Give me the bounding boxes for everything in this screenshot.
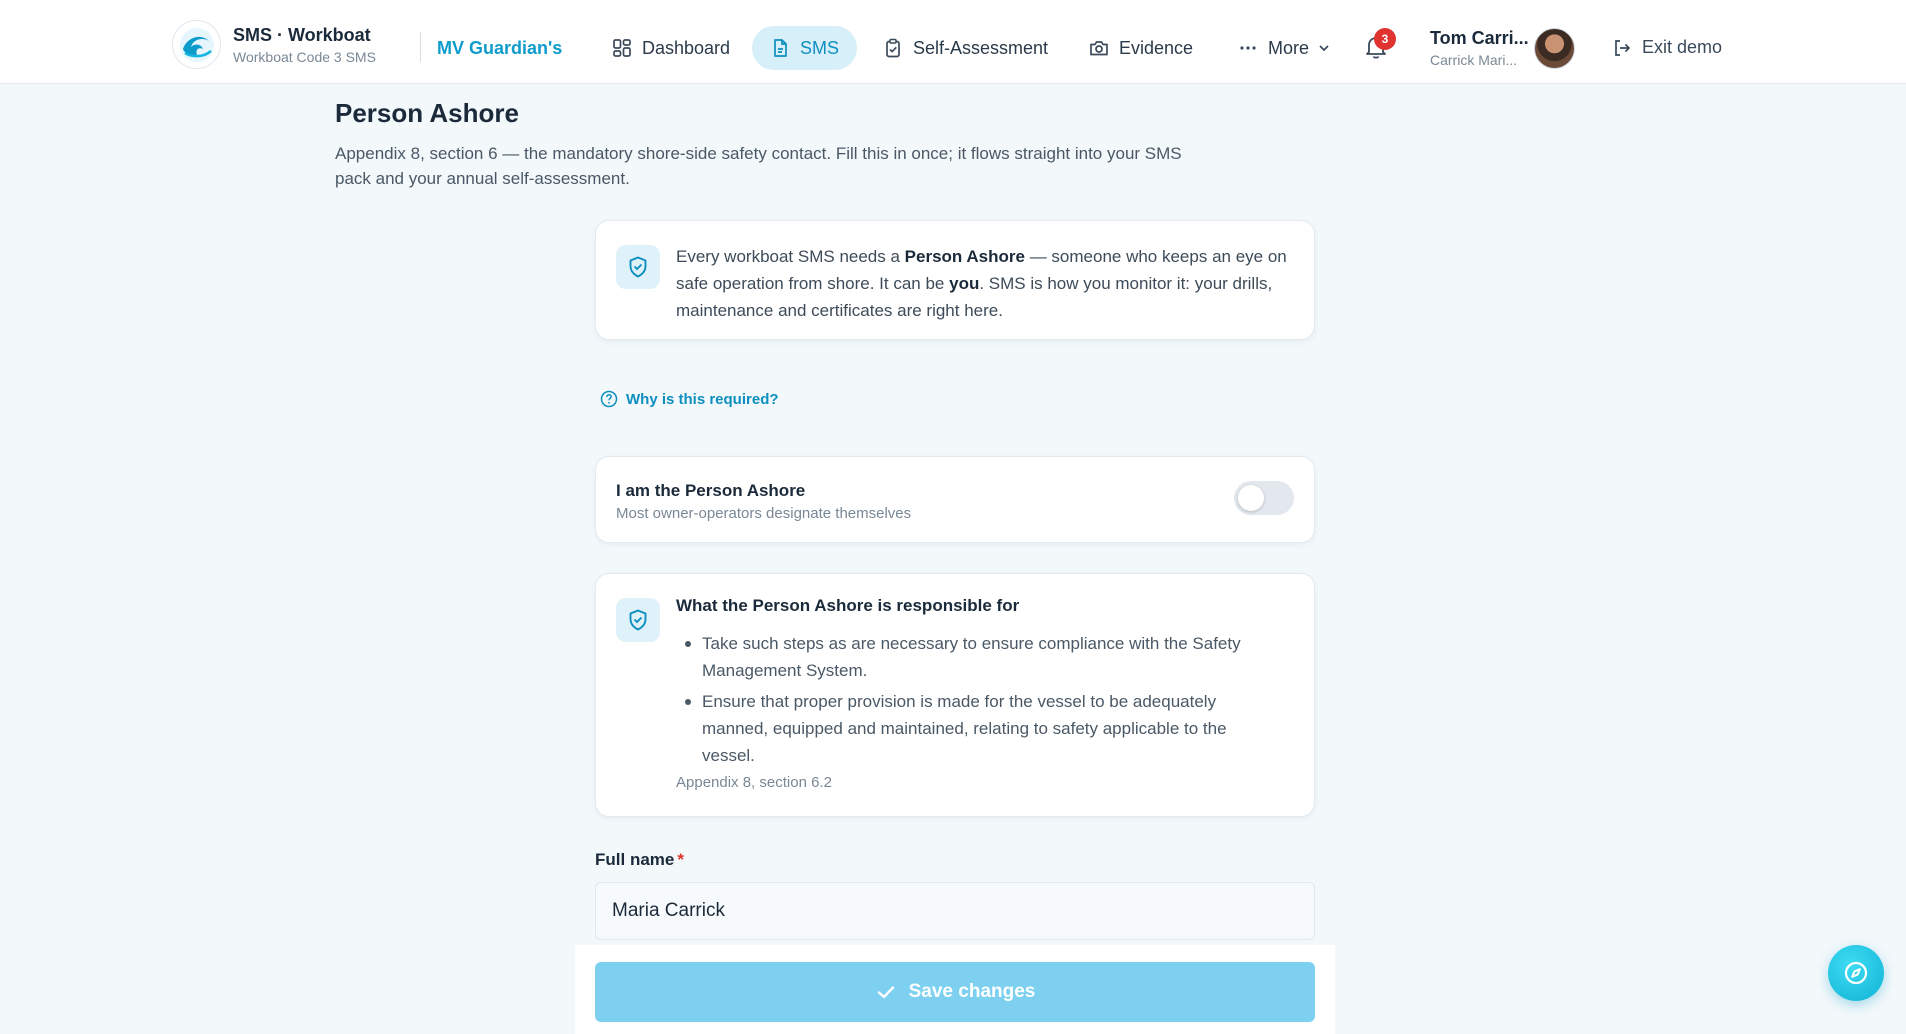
toggle-knob — [1238, 485, 1264, 511]
top-navigation-bar: SMS · Workboat Workboat Code 3 SMS MV Gu… — [0, 4, 1906, 84]
required-mark: * — [677, 850, 684, 869]
nav-more-label: More — [1268, 37, 1310, 58]
person-ashore-info-card: Every workboat SMS needs a Person Ashore… — [595, 220, 1315, 340]
nav-self-assessment[interactable]: Self-Assessment — [865, 26, 1066, 70]
shield-check-icon — [616, 598, 660, 642]
responsibilities-list: Take such steps as are necessary to ensu… — [676, 630, 1276, 773]
i-am-person-ashore-toggle[interactable] — [1234, 481, 1294, 515]
list-item: Take such steps as are necessary to ensu… — [676, 630, 1276, 684]
check-icon — [877, 986, 894, 999]
page-title: Person Ashore — [335, 98, 519, 128]
full-name-field[interactable] — [595, 882, 1315, 940]
save-changes-label: Save changes — [908, 981, 1036, 1002]
user-name: Tom Carri... — [1430, 28, 1529, 48]
brand-divider — [420, 32, 421, 62]
compass-icon — [1844, 961, 1868, 985]
list-item: Ensure that proper provision is made for… — [676, 688, 1276, 769]
full-name-label: Full name * — [595, 850, 684, 869]
compass-help-button[interactable] — [1828, 945, 1884, 1001]
nav-more[interactable]: More — [1220, 26, 1349, 70]
person-ashore-explanation: Every workboat SMS needs a Person Ashore… — [676, 247, 1287, 320]
app-subtitle: Workboat Code 3 SMS — [233, 48, 376, 65]
responsibilities-title: What the Person Ashore is responsible fo… — [676, 596, 1020, 615]
chevron-down-icon — [1319, 45, 1329, 52]
dashboard-icon — [613, 39, 631, 57]
self-designate-title: I am the Person Ashore — [616, 481, 806, 500]
app-title: SMS · Workboat — [233, 24, 371, 45]
user-organisation: Carrick Mari... — [1430, 52, 1518, 68]
logout-icon — [1615, 39, 1631, 56]
document-icon — [774, 39, 787, 57]
brand[interactable]: SMS · Workboat Workboat Code 3 SMS — [172, 20, 376, 69]
wave-logo-icon — [172, 20, 221, 69]
clipboard-check-icon — [886, 38, 900, 58]
responsibilities-reference: Appendix 8, section 6.2 — [676, 774, 832, 791]
why-required-link[interactable]: Why is this required? — [600, 390, 779, 408]
self-designate-subtitle: Most owner-operators designate themselve… — [616, 505, 912, 522]
user-menu[interactable]: Tom Carri... Carrick Mari... — [1430, 28, 1529, 68]
nav-sms-label: SMS — [800, 37, 840, 58]
vessel-selector[interactable]: MV Guardian's — [437, 38, 562, 59]
page-description: Appendix 8, section 6 — the mandatory sh… — [335, 144, 1182, 188]
notification-count-badge: 3 — [1374, 28, 1396, 50]
nav-evidence-label: Evidence — [1119, 37, 1194, 58]
exit-demo-button[interactable]: Exit demo — [1612, 37, 1722, 58]
avatar[interactable] — [1534, 28, 1575, 69]
camera-icon — [1090, 41, 1108, 56]
nav-sms[interactable]: SMS — [752, 26, 858, 70]
help-circle-icon — [600, 390, 618, 408]
nav-self-assessment-label: Self-Assessment — [913, 37, 1049, 58]
self-designate-card: I am the Person Ashore Most owner-operat… — [595, 456, 1315, 543]
nav-dashboard-label: Dashboard — [642, 37, 731, 58]
why-required-label: Why is this required? — [626, 390, 779, 408]
nav-dashboard[interactable]: Dashboard — [594, 26, 748, 70]
more-dots-icon — [1240, 46, 1256, 50]
save-changes-button[interactable]: Save changes — [595, 962, 1315, 1022]
shield-check-icon — [616, 245, 660, 289]
nav-evidence[interactable]: Evidence — [1071, 26, 1211, 70]
exit-demo-label: Exit demo — [1642, 37, 1723, 57]
responsibilities-card: What the Person Ashore is responsible fo… — [595, 573, 1315, 817]
